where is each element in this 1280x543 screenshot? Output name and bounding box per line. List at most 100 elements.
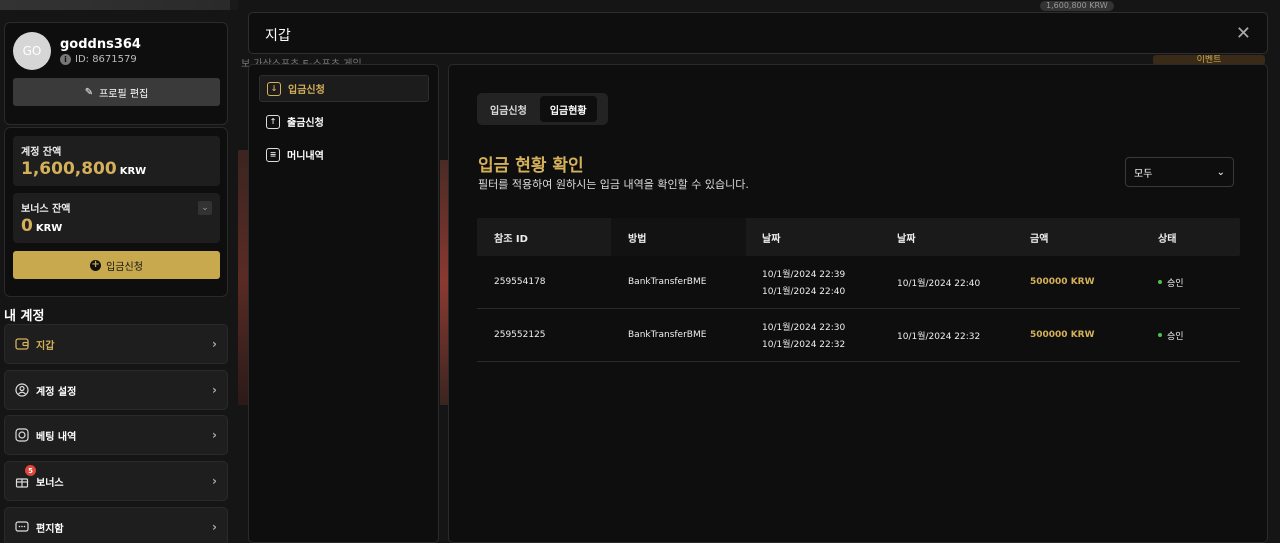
ref-id-cell: 259552125 [494,330,546,340]
status-dot-icon [1158,280,1162,284]
top-balance-value: 1,600,800 [1046,1,1087,10]
deposit-tabs: 입금신청 입금현황 [477,93,608,125]
deposit-button-label: 입금신청 [106,261,143,273]
table-row: 259554178 BankTransferBME 10/1월/2024 22:… [477,256,1240,309]
amount-cell: 500000 KRW [1030,277,1095,287]
tab-deposit-status[interactable]: 입금현황 [539,96,597,122]
column-header: 날짜 [762,233,781,245]
menu-item-account-settings[interactable]: 계정 설정 › [4,370,228,410]
pencil-icon: ✎ [84,86,94,98]
top-balance-bar: 1,600,800 KRW [1040,0,1280,12]
wallet-modal-header: 지갑 ✕ [248,12,1268,54]
edit-profile-button[interactable]: ✎ 프로필 편집 [13,78,220,106]
menu-item-label: 지갑 [36,340,55,352]
column-header: 날짜 [897,233,916,245]
account-sidebar: GO goddns364 i ID: 8671579 ✎ 프로필 편집 계정 잔… [0,10,238,543]
amount-cell: 500000 KRW [1030,330,1095,340]
nav-item-label: 출금신청 [287,118,324,129]
deposit-table: 참조 ID 방법 날짜 날짜 금액 상태 259554178 BankTrans… [477,218,1240,362]
user-id: i ID: 8671579 [60,54,137,65]
app-root: 1,600,800 KRW 보 가상스포츠 E-스포츠 게임 이벤트 GO go… [0,0,1280,543]
status-cell: 승인 [1148,329,1240,342]
bonus-count-badge: 5 [25,465,36,476]
date-text: 10/1월/2024 22:40 [762,287,846,297]
plus-icon: + [90,259,102,271]
nav-item-withdraw[interactable]: ↑ 출금신청 [259,108,429,135]
chevron-right-icon: › [212,383,217,397]
bonus-balance-currency: KRW [35,223,63,234]
background-banner-image [238,150,248,405]
account-balance-currency: KRW [119,166,147,177]
bet-history-icon [15,428,29,442]
nav-item-label: 입금신청 [288,85,325,96]
menu-item-label: 보너스 [36,477,64,489]
chevron-down-icon: ⌄ [1216,166,1225,178]
wallet-icon [15,337,29,351]
column-header: 상태 [1158,233,1177,245]
processed-date-cell: 10/1월/2024 22:32 [897,331,981,342]
edit-profile-label: 프로필 편집 [99,88,149,100]
nav-item-money-history[interactable]: ≡ 머니내역 [259,141,429,168]
status-dot-icon [1158,333,1162,337]
bonus-balance-label: 보너스 잔액 [21,204,71,215]
date-text: 10/1월/2024 22:30 [762,323,846,333]
menu-item-mailbox[interactable]: 편지함 › [4,507,228,543]
request-date-cell: 10/1월/2024 22:30 10/1월/2024 22:32 [746,320,880,350]
ref-id-cell: 259554178 [494,277,546,287]
bonus-balance-box: 보너스 잔액 ⌄ 0 KRW [13,193,220,243]
table-row: 259552125 BankTransferBME 10/1월/2024 22:… [477,309,1240,362]
menu-item-bonus[interactable]: 5 보너스 › [4,461,228,501]
username: goddns364 [60,37,141,52]
my-account-title: 내 계정 [4,309,45,324]
filter-value: 모두 [1134,168,1153,180]
status-text: 승인 [1167,331,1184,342]
chevron-right-icon: › [212,337,217,351]
user-id-text: ID: 8671579 [75,54,137,65]
gift-icon [15,474,29,488]
date-text: 10/1월/2024 22:39 [762,270,846,280]
mailbox-icon [15,520,29,534]
account-balance-box: 계정 잔액 1,600,800 KRW [13,136,220,186]
wallet-side-nav: ↓ 입금신청 ↑ 출금신청 ≡ 머니내역 [248,64,439,543]
top-balance-pill[interactable]: 1,600,800 KRW [1040,1,1114,11]
tab-deposit-request[interactable]: 입금신청 [480,96,537,122]
menu-item-label: 베팅 내역 [36,431,77,443]
menu-item-label: 편지함 [36,523,64,535]
chevron-right-icon: › [212,474,217,488]
chevron-right-icon: › [212,428,217,442]
table-header: 참조 ID 방법 날짜 날짜 금액 상태 [477,218,1240,256]
method-cell: BankTransferBME [628,330,707,340]
deposit-status-panel: 입금신청 입금현황 입금 현황 확인 필터를 적용하여 원하시는 입금 내역을 … [448,64,1268,543]
user-settings-icon [15,383,29,397]
column-header: 참조 ID [494,233,528,245]
top-balance-currency: KRW [1089,1,1108,10]
avatar: GO [13,32,51,70]
nav-item-deposit[interactable]: ↓ 입금신청 [259,75,429,102]
page-title: 입금 현황 확인 [478,156,584,176]
deposit-button[interactable]: + 입금신청 [13,251,220,279]
chevron-right-icon: › [212,520,217,534]
bonus-balance-amount: 0 [21,216,33,236]
date-text: 10/1월/2024 22:32 [762,340,846,350]
account-balance-amount: 1,600,800 [21,159,117,179]
page-subtitle: 필터를 적용하여 원하시는 입금 내역을 확인할 수 있습니다. [478,178,749,191]
request-date-cell: 10/1월/2024 22:39 10/1월/2024 22:40 [746,267,880,297]
bonus-balance-value: 0 KRW [21,216,62,236]
download-icon: ↓ [267,81,281,96]
info-icon: i [60,54,71,65]
status-text: 승인 [1167,278,1184,289]
document-icon: ≡ [266,147,280,162]
chevron-down-icon[interactable]: ⌄ [198,201,212,215]
nav-item-label: 머니내역 [287,151,324,162]
menu-item-label: 계정 설정 [36,386,77,398]
method-cell: BankTransferBME [628,277,707,287]
close-icon[interactable]: ✕ [1236,23,1251,44]
upload-icon: ↑ [266,114,280,129]
menu-item-wallet[interactable]: 지갑 › [4,324,228,364]
account-balance-label: 계정 잔액 [21,147,62,158]
modal-title: 지갑 [265,28,291,44]
profile-card: GO goddns364 i ID: 8671579 ✎ 프로필 편집 [4,22,228,125]
column-header: 금액 [1030,233,1049,245]
status-filter-select[interactable]: 모두 ⌄ [1125,157,1234,187]
menu-item-bet-history[interactable]: 베팅 내역 › [4,415,228,455]
